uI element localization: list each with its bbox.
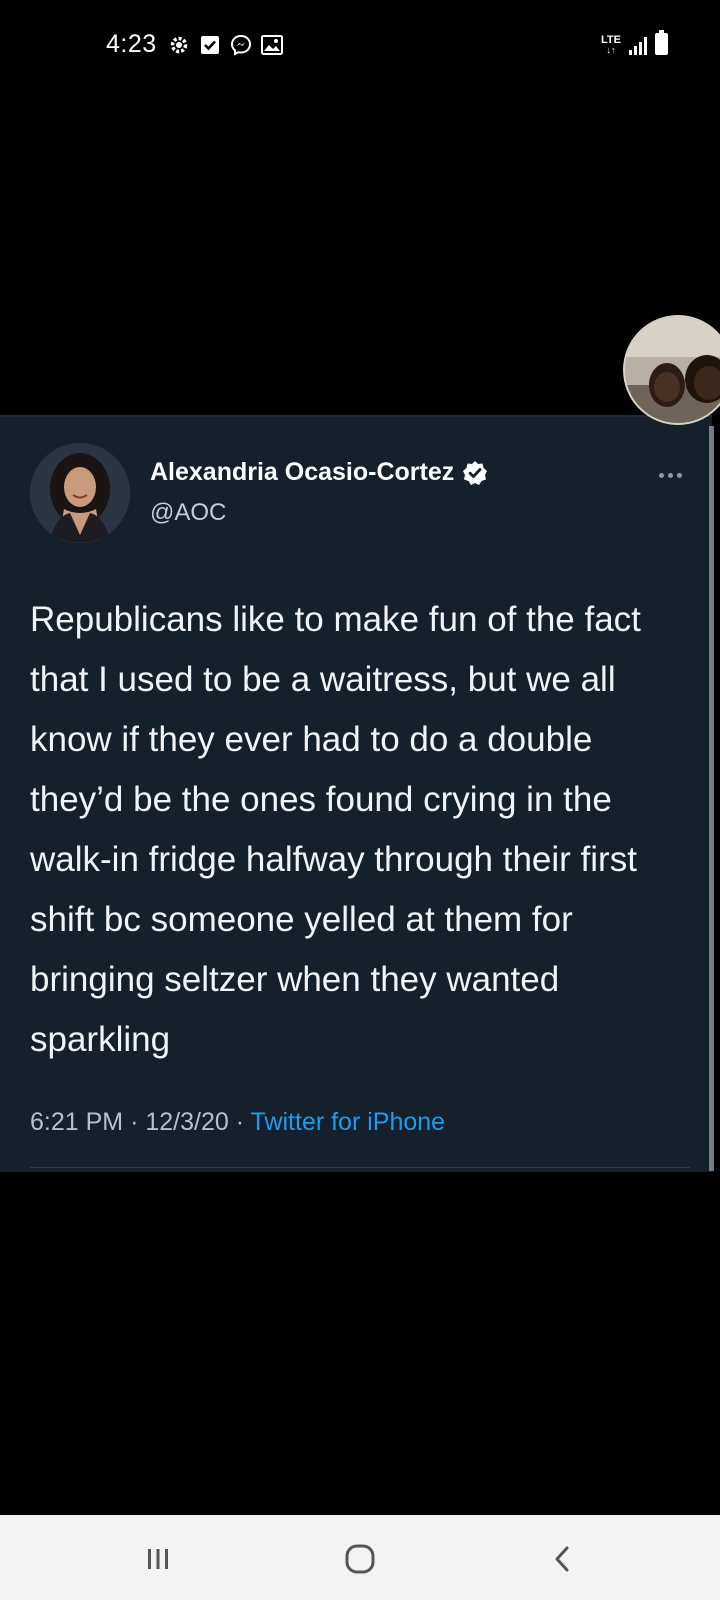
status-bar: 4:23 LTE ↓↑ bbox=[0, 0, 720, 92]
tweet-source-link[interactable]: Twitter for iPhone bbox=[251, 1108, 446, 1136]
recent-apps-icon bbox=[148, 1549, 168, 1569]
lte-icon: LTE ↓↑ bbox=[601, 34, 621, 55]
status-time: 4:23 bbox=[106, 30, 157, 58]
more-options-icon[interactable] bbox=[659, 470, 689, 480]
handle[interactable]: @AOC bbox=[150, 499, 226, 527]
back-icon bbox=[555, 1546, 569, 1572]
card-divider bbox=[30, 1167, 690, 1168]
gallery-icon bbox=[261, 34, 283, 56]
checkbox-icon bbox=[199, 34, 221, 56]
meta-separator: · bbox=[130, 1108, 139, 1136]
home-icon bbox=[345, 1544, 375, 1574]
home-button[interactable] bbox=[340, 1539, 380, 1579]
tweet-time: 6:21 PM bbox=[30, 1108, 124, 1136]
tweet-date[interactable]: 12/3/20 bbox=[145, 1108, 228, 1136]
signal-icon bbox=[629, 37, 647, 55]
display-name-text: Alexandria Ocasio-Cortez bbox=[150, 458, 455, 486]
tweet-text: Republicans like to make fun of the fact… bbox=[30, 600, 641, 1059]
avatar[interactable] bbox=[30, 443, 130, 543]
settings-icon bbox=[168, 34, 190, 56]
card-edge bbox=[709, 426, 714, 1171]
notification-icons bbox=[168, 34, 283, 56]
system-indicators: LTE ↓↑ bbox=[601, 30, 668, 55]
navigation-bar bbox=[0, 1515, 720, 1600]
back-button[interactable] bbox=[542, 1539, 582, 1579]
battery-icon bbox=[655, 30, 668, 55]
tweet-meta: 6:21 PM · 12/3/20 · Twitter for iPhone bbox=[30, 1108, 445, 1137]
meta-separator: · bbox=[235, 1108, 245, 1136]
recent-apps-button[interactable] bbox=[138, 1539, 178, 1579]
video-call-bubble[interactable] bbox=[623, 315, 720, 425]
messenger-icon bbox=[230, 34, 252, 56]
display-name[interactable]: Alexandria Ocasio-Cortez bbox=[150, 458, 488, 487]
verified-badge-icon bbox=[463, 460, 488, 485]
